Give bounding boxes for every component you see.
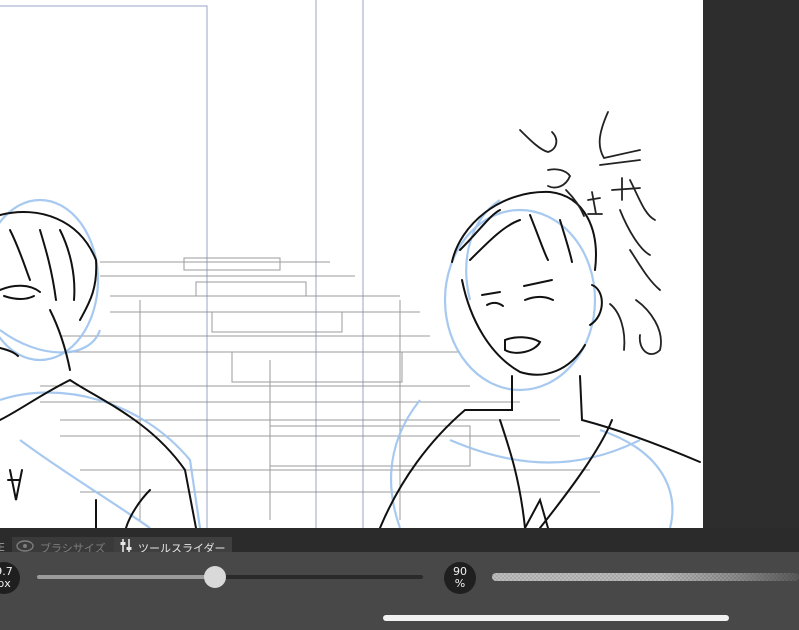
opacity-slider[interactable] — [492, 573, 799, 581]
opacity-value-badge[interactable]: 90 % — [444, 562, 476, 594]
brush-size-slider-fill — [37, 575, 215, 579]
brush-size-slider-handle[interactable] — [203, 566, 226, 588]
canvas-area[interactable] — [0, 0, 799, 528]
brush-size-unit: px — [0, 577, 11, 590]
canvas-artwork[interactable] — [0, 0, 703, 528]
opacity-unit: % — [454, 577, 466, 590]
handwritten-note — [519, 111, 662, 355]
sketch-drawing — [0, 0, 701, 528]
brush-size-slider[interactable] — [37, 566, 423, 588]
home-indicator[interactable] — [383, 615, 729, 621]
